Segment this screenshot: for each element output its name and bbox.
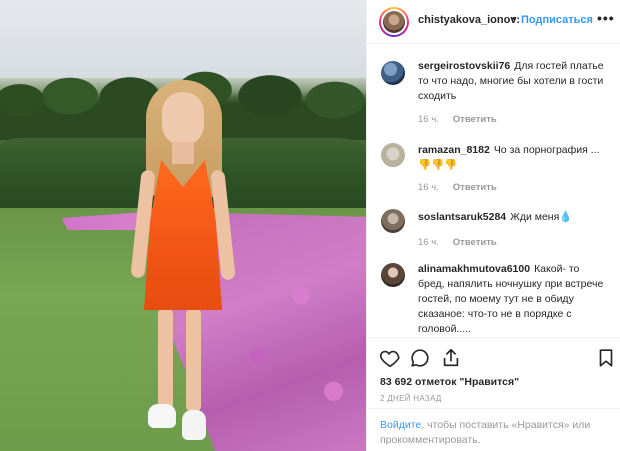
comment-time: 16 ч. [418, 237, 439, 248]
right-sneaker [182, 410, 206, 440]
left-sneaker [148, 404, 176, 428]
comment-body: soslantsaruk5284 Жди меня💧 [418, 210, 608, 225]
reply-button[interactable]: Ответить [453, 237, 497, 248]
comment-body: sergeirostovskii76 Для гостей платье то ч… [418, 59, 608, 104]
face [162, 92, 204, 146]
comment-username[interactable]: sergeirostovskii76 [418, 60, 510, 72]
post-side-panel: chistyakova_ionov: • Подписаться ••• ser… [366, 0, 620, 451]
commenter-avatar[interactable] [381, 209, 405, 233]
reply-button[interactable]: Ответить [453, 114, 497, 125]
comment-meta: 16 ч. Ответить [418, 114, 497, 125]
commenter-avatar[interactable] [381, 61, 405, 85]
more-options-icon[interactable]: ••• [597, 10, 614, 30]
likes-count[interactable]: 83 692 отметок "Нравится" [380, 376, 519, 388]
header-separator: • [512, 13, 516, 25]
left-leg [158, 308, 173, 410]
comment-body: ramazan_8182 Чо за порнография ... 👎👎👎 [418, 143, 608, 173]
comment-meta: 16 ч. Ответить [418, 237, 497, 248]
commenter-avatar[interactable] [381, 143, 405, 167]
author-username[interactable]: chistyakova_ionov: [418, 14, 520, 26]
comments-list[interactable]: sergeirostovskii76 Для гостей платье то ч… [367, 45, 620, 337]
comment-username[interactable]: alinamakhmutova6100 [418, 263, 530, 275]
login-prompt: Войдите, чтобы поставить «Нравится» или … [380, 418, 612, 448]
comment-time: 16 ч. [418, 182, 439, 193]
login-link[interactable]: Войдите [380, 419, 421, 431]
comment-body: alinamakhmutova6100 Какой- то бред, напял… [418, 262, 608, 337]
reply-button[interactable]: Ответить [453, 182, 497, 193]
comment-time: 16 ч. [418, 114, 439, 125]
post-header: chistyakova_ionov: • Подписаться ••• [367, 0, 620, 44]
bookmark-icon[interactable] [595, 347, 617, 369]
heart-icon[interactable] [379, 347, 401, 369]
post-actions: 83 692 отметок "Нравится" 2 ДНЕЙ НАЗАД В… [367, 337, 620, 451]
right-leg [186, 308, 201, 412]
post-timestamp: 2 ДНЕЙ НАЗАД [380, 394, 442, 403]
neck [172, 142, 194, 164]
comment-username[interactable]: soslantsaruk5284 [418, 211, 506, 223]
comment-username[interactable]: ramazan_8182 [418, 144, 490, 156]
author-avatar[interactable] [379, 7, 409, 37]
photo-woman-orange-dress [128, 80, 238, 451]
follow-button[interactable]: Подписаться [521, 14, 593, 26]
share-icon[interactable] [440, 347, 462, 369]
comment-meta: 16 ч. Ответить [418, 182, 497, 193]
commenter-avatar[interactable] [381, 263, 405, 287]
post-photo[interactable] [0, 0, 366, 451]
author-avatar-image [381, 9, 407, 35]
comment-icon[interactable] [409, 347, 431, 369]
comment-text: Жди меня💧 [510, 211, 573, 223]
login-prompt-bar: Войдите, чтобы поставить «Нравится» или … [367, 408, 620, 451]
